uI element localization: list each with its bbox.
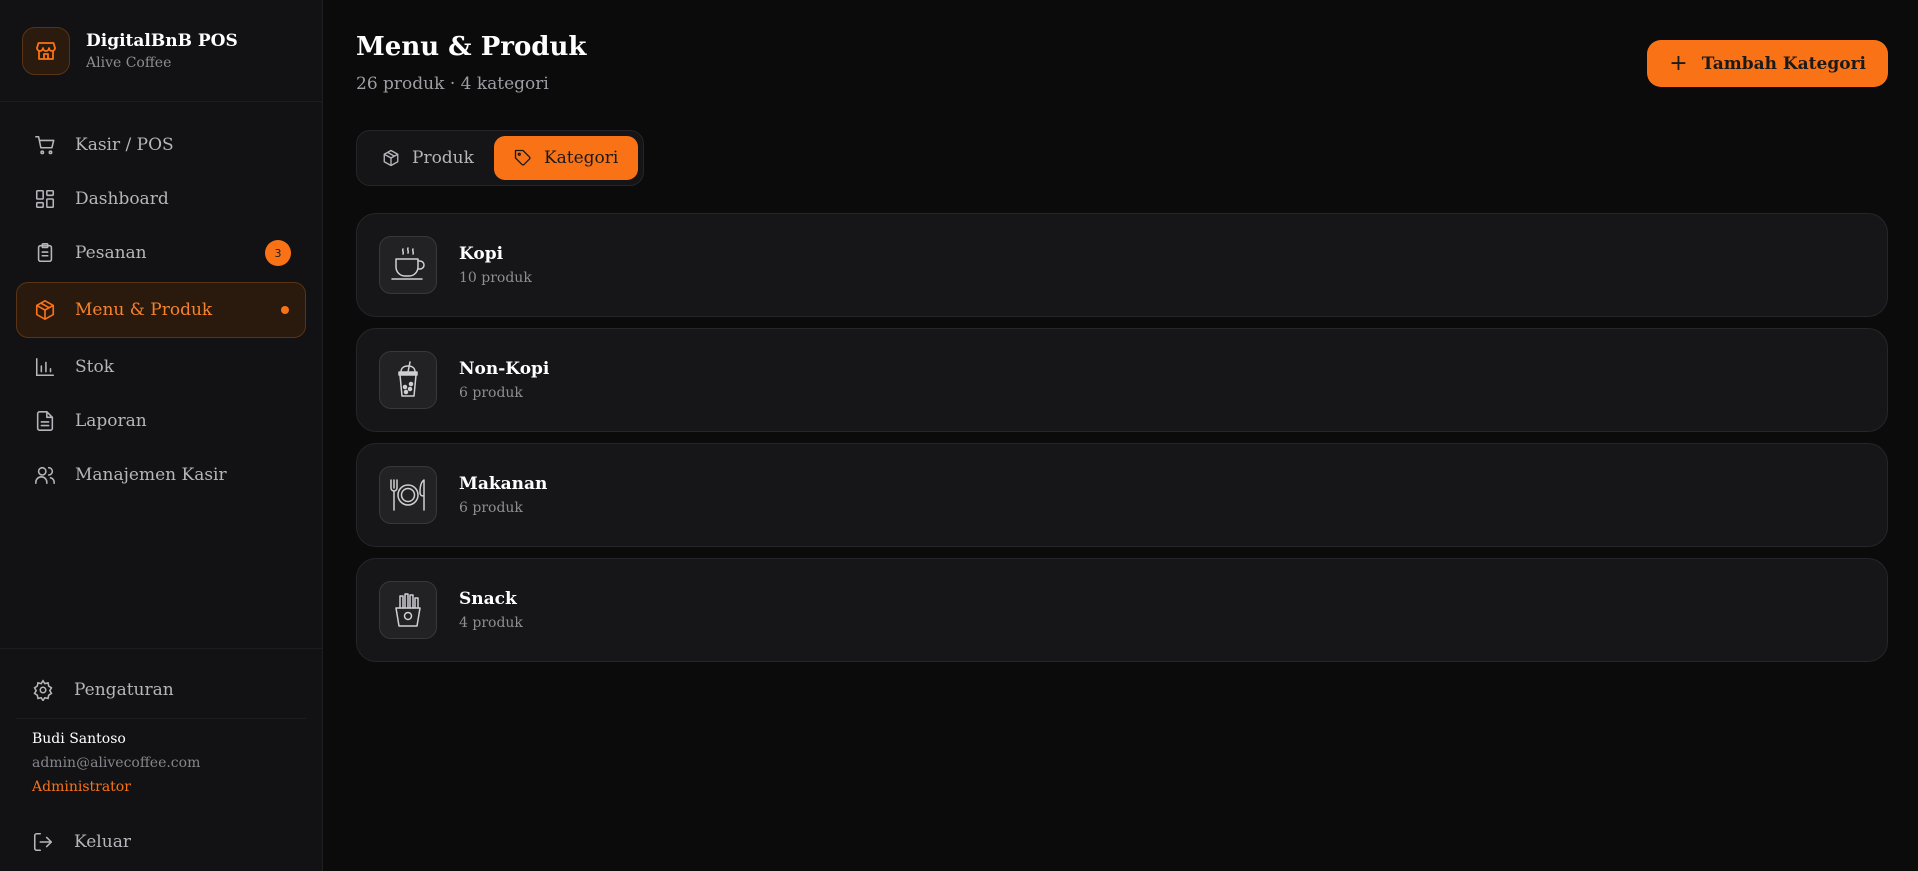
plus-icon: + [1669,51,1688,76]
page-subtitle: 26 produk · 4 kategori [356,74,549,94]
category-count: 10 produk [459,270,532,286]
sidebar-item-menu-produk[interactable]: Menu & Produk [16,282,306,338]
gear-icon [32,678,56,701]
sidebar-item-dashboard[interactable]: Dashboard [16,174,306,224]
user-name: Budi Santoso [32,731,126,747]
sidebar-item-label: Stok [75,357,115,377]
clipboard-icon [33,241,57,265]
brand-subtitle: Alive Coffee [86,54,172,71]
category-name: Makanan [459,474,548,494]
logout-icon [32,831,56,853]
category-list: Kopi 10 produk Non-Kopi 6 produk Makanan… [356,213,1888,662]
category-card-kopi[interactable]: Kopi 10 produk [356,213,1888,317]
sidebar-item-label: Menu & Produk [75,300,213,320]
sidebar-item-kasir-pos[interactable]: Kasir / POS [16,120,306,170]
settings-label: Pengaturan [74,679,174,700]
category-name: Non-Kopi [459,359,550,379]
page-title: Menu & Produk [356,32,587,62]
user-email: admin@alivecoffee.com [32,755,201,771]
category-card-makanan[interactable]: Makanan 6 produk [356,443,1888,547]
coffee-cup-icon [379,236,437,294]
view-tabs: Produk Kategori [356,130,645,186]
add-category-button[interactable]: + Tambah Kategori [1647,40,1888,87]
category-name: Kopi [459,244,504,264]
page-header: Menu & Produk 26 produk · 4 kategori + T… [356,0,1888,130]
category-card-non-kopi[interactable]: Non-Kopi 6 produk [356,328,1888,432]
brand: DigitalBnB POS Alive Coffee [0,0,322,102]
sidebar-item-label: Laporan [75,411,147,431]
users-icon [33,463,57,487]
sidebar-item-pengaturan[interactable]: Pengaturan [16,661,306,719]
main-content: Menu & Produk 26 produk · 4 kategori + T… [323,0,1918,871]
bubble-tea-icon [379,351,437,409]
tab-produk[interactable]: Produk [362,136,494,180]
fries-icon [379,581,437,639]
tag-icon [514,149,532,167]
logout-button[interactable]: Keluar [16,813,306,871]
box-icon [33,298,57,322]
active-indicator-dot [281,306,289,314]
order-count-badge: 3 [265,240,291,266]
plate-cutlery-icon [379,466,437,524]
tab-label: Kategori [543,148,619,168]
document-icon [33,409,57,433]
sidebar-item-label: Pesanan [75,243,147,263]
sidebar-nav: Kasir / POS Dashboard Pesanan 3 Menu & P… [0,102,322,648]
add-category-label: Tambah Kategori [1701,53,1866,74]
category-name: Snack [459,589,517,609]
box-icon [382,149,400,167]
grid-icon [33,187,57,211]
tab-label: Produk [412,148,474,168]
sidebar-item-label: Kasir / POS [75,135,174,155]
tab-kategori[interactable]: Kategori [493,136,639,180]
cart-icon [33,133,57,157]
sidebar-item-manajemen-kasir[interactable]: Manajemen Kasir [16,450,306,500]
category-count: 4 produk [459,615,523,631]
sidebar-footer: Pengaturan Budi Santoso admin@alivecoffe… [0,648,322,871]
user-role: Administrator [32,779,131,795]
category-count: 6 produk [459,500,523,516]
logout-label: Keluar [74,832,131,852]
user-info: Budi Santoso admin@alivecoffee.com Admin… [16,719,306,813]
bar-chart-icon [33,355,57,379]
sidebar: DigitalBnB POS Alive Coffee Kasir / POS … [0,0,323,871]
brand-title: DigitalBnB POS [86,30,238,51]
category-card-snack[interactable]: Snack 4 produk [356,558,1888,662]
sidebar-item-stok[interactable]: Stok [16,342,306,392]
store-icon [22,26,70,75]
sidebar-item-pesanan[interactable]: Pesanan 3 [16,228,306,278]
sidebar-item-label: Manajemen Kasir [75,465,227,485]
category-count: 6 produk [459,385,523,401]
sidebar-item-label: Dashboard [75,189,169,209]
sidebar-item-laporan[interactable]: Laporan [16,396,306,446]
